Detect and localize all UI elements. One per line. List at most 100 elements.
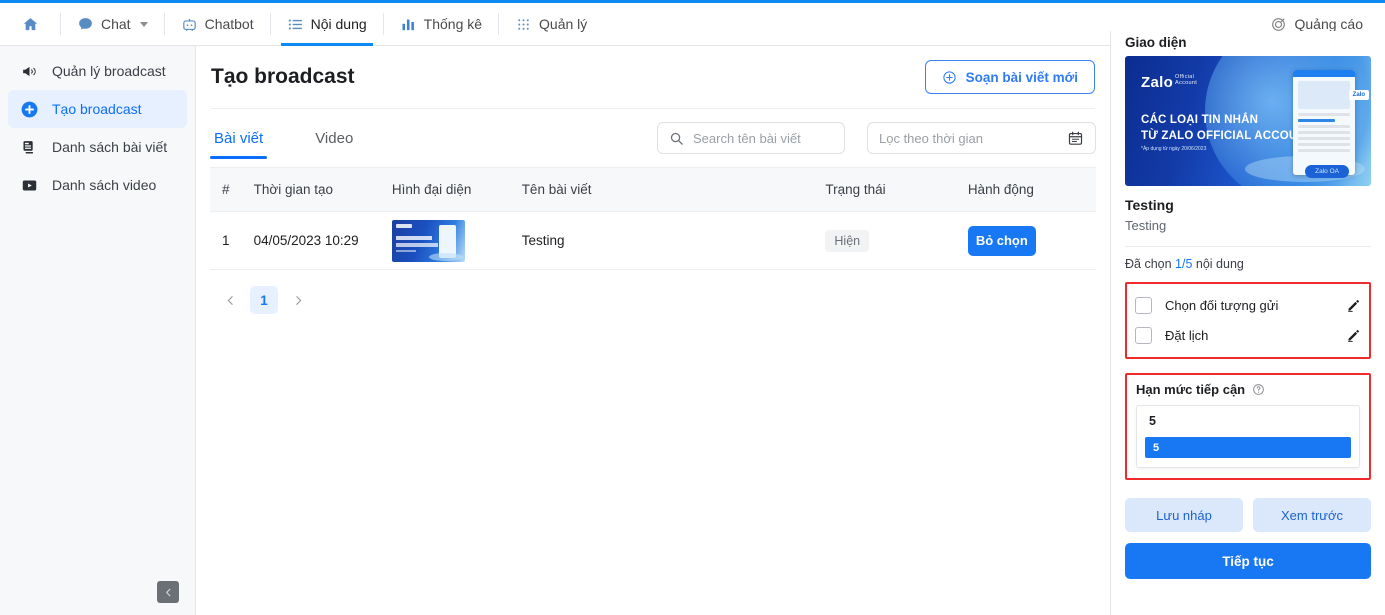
selected-count-value: 1/5 — [1175, 257, 1193, 271]
nav-item-chat[interactable]: Chat — [61, 3, 164, 45]
cell-index: 1 — [210, 211, 246, 270]
plus-circle-icon — [18, 100, 40, 119]
article-list-icon — [18, 139, 40, 156]
search-input[interactable] — [693, 130, 833, 146]
sidebar-item-danh-sach-video[interactable]: Danh sách video — [8, 166, 187, 204]
status-badge: Hiện — [825, 229, 870, 252]
nav-item-quang-cao[interactable]: Quảng cáo — [1270, 16, 1364, 33]
limit-title: Hạn mức tiếp cận — [1136, 382, 1246, 397]
banner-brand-text: Zalo — [1141, 74, 1174, 91]
phone-status-bar — [1293, 70, 1355, 77]
sidebar-item-danh-sach-bai-viet[interactable]: Danh sách bài viết — [8, 128, 187, 166]
nav-item-noi-dung[interactable]: Nội dung — [271, 3, 383, 46]
sidebar-item-tao-broadcast[interactable]: Tạo broadcast — [8, 90, 187, 128]
compose-button-label: Soạn bài viết mới — [965, 69, 1078, 85]
cell-action: Bỏ chọn — [959, 211, 1096, 270]
banner-note: *Áp dụng từ ngày 20/06/2023 — [1141, 146, 1207, 152]
panel-action-buttons: Lưu nháp Xem trước — [1125, 498, 1371, 532]
nav-item-label: Thống kê — [423, 16, 483, 32]
pagination-next-button[interactable] — [284, 286, 312, 314]
option-label: Chọn đối tượng gửi — [1165, 297, 1279, 313]
checkbox-chon-doi-tuong-gui[interactable] — [1135, 296, 1152, 314]
selected-count-suffix: nội dung — [1192, 257, 1244, 271]
tab-bai-viet[interactable]: Bài viết — [210, 109, 268, 167]
option-row-chon-doi-tuong-gui[interactable]: Chọn đối tượng gửi — [1135, 290, 1361, 320]
banner-brand: Zalo Official Account — [1141, 74, 1197, 91]
sidebar-collapse-button[interactable] — [157, 581, 179, 603]
banner-brand-sub-line2: Account — [1175, 80, 1198, 87]
pagination-page-1[interactable]: 1 — [250, 286, 278, 314]
nav-item-label: Chat — [101, 16, 131, 32]
search-box[interactable] — [657, 122, 845, 154]
table-row[interactable]: 1 04/05/2023 10:29 Testing Hiện Bỏ chọn — [210, 211, 1096, 270]
table-header: # Thời gian tạo Hình đại diện Tên bài vi… — [210, 167, 1096, 212]
page-title: Tạo broadcast — [211, 65, 355, 88]
thumbnail-logo — [395, 223, 412, 228]
nav-item-label: Nội dung — [310, 16, 367, 32]
sidebar-item-label: Danh sách video — [52, 177, 157, 193]
checkbox-dat-lich[interactable] — [1135, 326, 1152, 344]
save-draft-button[interactable]: Lưu nháp — [1125, 498, 1243, 532]
date-filter-box[interactable] — [867, 122, 1096, 154]
banner-brand-sub: Official Account — [1175, 74, 1197, 87]
table-body: 1 04/05/2023 10:29 Testing Hiện Bỏ chọn — [210, 211, 1096, 270]
nav-item-chatbot[interactable]: Chatbot — [165, 3, 270, 45]
nav-item-thong-ke[interactable]: Thống kê — [384, 3, 498, 45]
pagination: 1 — [210, 270, 1096, 330]
target-icon — [1270, 16, 1287, 33]
calendar-icon[interactable] — [1067, 130, 1084, 147]
banner-headline-line2: TỪ ZALO OFFICIAL ACCOUNT — [1141, 130, 1314, 142]
tab-video[interactable]: Video — [311, 109, 357, 167]
thumbnail-line — [395, 242, 438, 247]
panel-divider — [1125, 246, 1371, 247]
limit-select-dropdown[interactable]: 5 5 — [1136, 405, 1360, 468]
limit-header: Hạn mức tiếp cận — [1136, 382, 1360, 397]
question-circle-icon[interactable] — [1252, 383, 1265, 396]
column-header-created-at: Thời gian tạo — [245, 167, 384, 212]
highlighted-options-box: Chọn đối tượng gửi Đặt lịch — [1125, 282, 1371, 359]
bar-chart-icon — [400, 16, 417, 33]
nav-item-quan-ly[interactable]: Quản lý — [499, 3, 603, 45]
phone-text-line — [1298, 143, 1350, 146]
pencil-icon[interactable] — [1346, 328, 1361, 343]
plus-circle-outline-icon — [942, 70, 957, 85]
chevron-right-icon — [292, 294, 305, 307]
limit-current-value: 5 — [1149, 414, 1156, 428]
selected-count: Đã chọn 1/5 nội dung — [1125, 257, 1371, 271]
banner-headline-line1: CÁC LOẠI TIN NHẮN — [1141, 114, 1259, 126]
search-icon — [669, 131, 684, 146]
cell-status: Hiện — [817, 211, 960, 270]
column-header-status: Trạng thái — [817, 167, 960, 212]
sidebar-item-label: Tạo broadcast — [52, 101, 142, 117]
phone-text-line — [1298, 125, 1350, 128]
home-icon[interactable] — [0, 3, 60, 45]
date-filter-input[interactable] — [879, 130, 1067, 146]
thumbnail-oval-shape — [428, 252, 463, 261]
cell-thumbnail — [383, 211, 514, 270]
sidebar-item-quan-ly-broadcast[interactable]: Quản lý broadcast — [8, 52, 187, 90]
pencil-icon[interactable] — [1346, 298, 1361, 313]
panel-section-title: Giao diện — [1125, 35, 1187, 50]
option-row-dat-lich[interactable]: Đặt lịch — [1135, 320, 1361, 350]
tab-label: Bài viết — [214, 129, 264, 147]
highlighted-limit-box: Hạn mức tiếp cận 5 5 — [1125, 373, 1371, 480]
nav-item-label: Chatbot — [204, 16, 254, 32]
continue-button[interactable]: Tiếp tục — [1125, 543, 1371, 579]
post-thumbnail-image — [391, 219, 465, 262]
cell-created-at: 04/05/2023 10:29 — [245, 211, 384, 270]
nav-item-right-label: Quảng cáo — [1294, 16, 1364, 32]
grid-dots-icon — [515, 16, 532, 33]
filters-group — [657, 122, 1096, 154]
limit-option-highlighted[interactable]: 5 — [1145, 437, 1351, 458]
pagination-prev-button[interactable] — [216, 286, 244, 314]
banner-chat-bubble: Zalo — [1348, 90, 1369, 100]
preview-button[interactable]: Xem trước — [1253, 498, 1371, 532]
main-header: Tạo broadcast Soạn bài viết mới — [210, 46, 1096, 108]
robot-icon — [181, 16, 198, 33]
broadcast-table: # Thời gian tạo Hình đại diện Tên bài vi… — [210, 167, 1096, 270]
content-tabs: Bài viết Video — [210, 109, 1096, 167]
thumbnail-line — [395, 249, 416, 252]
column-header-action: Hành động — [959, 167, 1096, 212]
unselect-button[interactable]: Bỏ chọn — [967, 225, 1036, 256]
compose-new-post-button[interactable]: Soạn bài viết mới — [924, 60, 1095, 94]
